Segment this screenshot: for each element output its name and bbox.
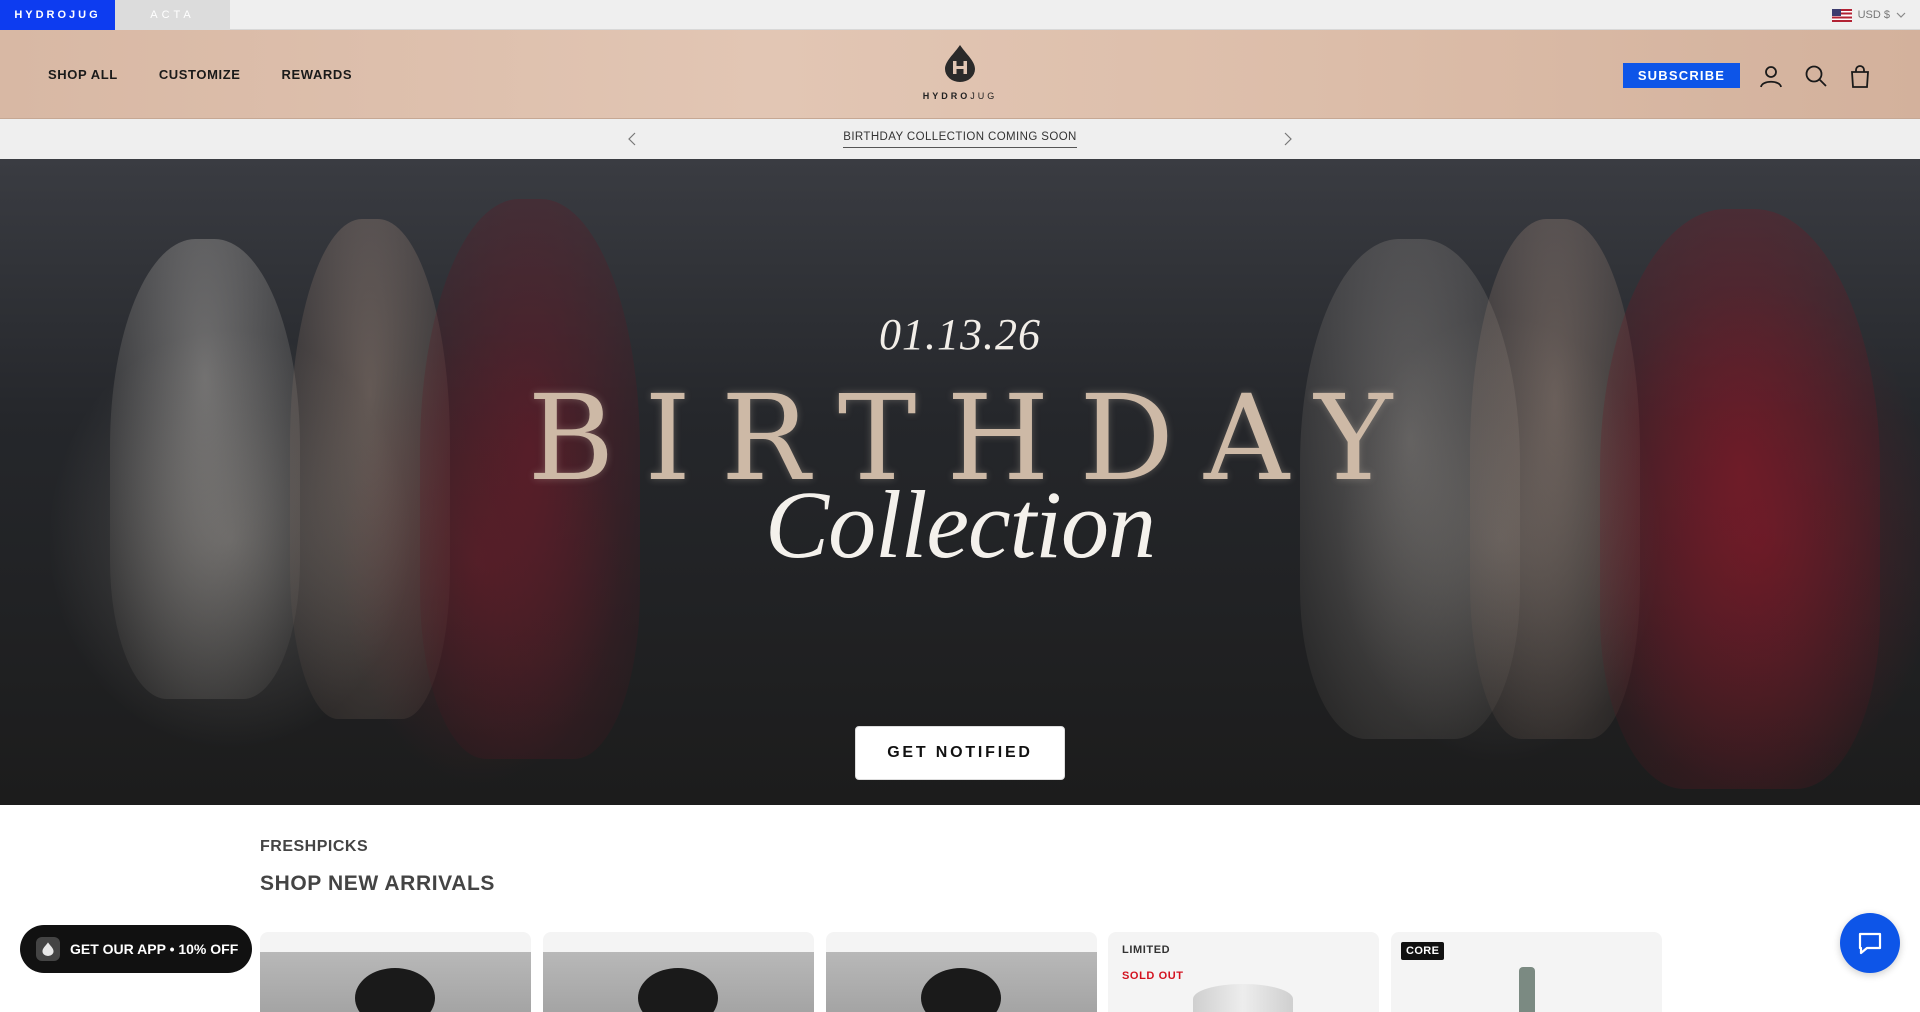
nav-shop-all[interactable]: SHOP ALL xyxy=(48,67,118,82)
currency-selector[interactable]: USD $ xyxy=(1831,0,1906,30)
subscribe-button[interactable]: SUBSCRIBE xyxy=(1623,63,1740,88)
product-image xyxy=(1193,984,1293,1012)
product-image xyxy=(543,952,814,1012)
brand-tab-label: HYDROJUG xyxy=(14,9,101,21)
brand-tab-label: ACTA xyxy=(150,9,195,21)
brand-tab-hydrojug[interactable]: HYDROJUG xyxy=(0,0,115,30)
bag-icon[interactable] xyxy=(1847,63,1873,89)
hydrojug-drop-icon xyxy=(945,45,975,82)
us-flag-icon xyxy=(1831,8,1852,22)
product-card[interactable]: CORE xyxy=(1391,932,1662,1012)
announcement-bar: BIRTHDAY COLLECTION COMING SOON xyxy=(0,119,1920,159)
section-title: SHOP NEW ARRIVALS xyxy=(260,872,495,895)
product-image xyxy=(826,952,1097,1012)
announcement-text[interactable]: BIRTHDAY COLLECTION COMING SOON xyxy=(0,131,1920,148)
sold-out-badge: SOLD OUT xyxy=(1122,970,1184,982)
search-icon[interactable] xyxy=(1803,63,1829,89)
app-promo-button[interactable]: GET OUR APP • 10% OFF xyxy=(20,925,252,973)
brand-tab-acta[interactable]: ACTA xyxy=(115,0,230,30)
logo-wordmark: HYDROJUG xyxy=(922,91,998,101)
hero-subtitle: Collection xyxy=(765,471,1156,578)
site-logo[interactable]: HYDROJUG xyxy=(920,44,1000,108)
main-nav: SHOP ALL CUSTOMIZE REWARDS xyxy=(48,30,352,119)
nav-customize[interactable]: CUSTOMIZE xyxy=(159,67,241,82)
section-eyebrow: FRESHPICKS xyxy=(260,838,369,855)
currency-label: USD $ xyxy=(1857,9,1890,21)
product-image xyxy=(1519,967,1535,1012)
chat-button[interactable] xyxy=(1840,913,1900,973)
account-icon[interactable] xyxy=(1758,63,1784,89)
app-icon xyxy=(36,937,60,961)
product-card[interactable] xyxy=(260,932,531,1012)
product-image xyxy=(260,952,531,1012)
app-promo-label: GET OUR APP • 10% OFF xyxy=(70,941,239,957)
chevron-right-icon[interactable] xyxy=(1277,129,1297,149)
site-header: SHOP ALL CUSTOMIZE REWARDS HYDROJUG SUBS… xyxy=(0,30,1920,119)
limited-badge: LIMITED xyxy=(1122,944,1171,956)
product-card[interactable]: LIMITED SOLD OUT xyxy=(1108,932,1379,1012)
hero-date: 01.13.26 xyxy=(879,310,1041,359)
brand-switcher-bar: HYDROJUG ACTA USD $ xyxy=(0,0,1920,30)
product-card[interactable] xyxy=(826,932,1097,1012)
hero-banner: 01.13.26 BIRTHDAY Collection GET NOTIFIE… xyxy=(0,159,1920,805)
get-notified-button[interactable]: GET NOTIFIED xyxy=(855,726,1065,780)
chat-bubble-icon xyxy=(1858,932,1882,955)
nav-rewards[interactable]: REWARDS xyxy=(282,67,353,82)
core-badge: CORE xyxy=(1401,942,1445,960)
product-card[interactable] xyxy=(543,932,814,1012)
hydrojug-drop-icon xyxy=(42,942,54,956)
chevron-down-icon xyxy=(1896,12,1906,18)
